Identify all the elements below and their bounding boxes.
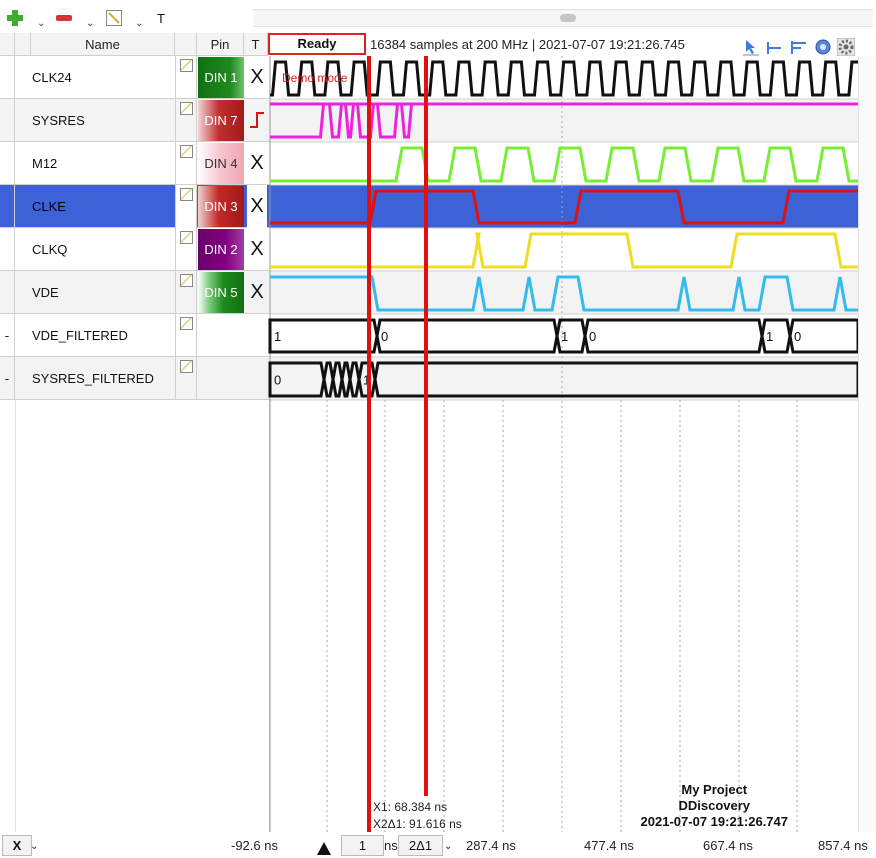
bus-vde-filtered-segment (583, 318, 764, 354)
cursor-2-delta-selector[interactable]: 2Δ1 (398, 835, 443, 856)
cursor-x1-label: X1: 68.384 ns (373, 800, 448, 814)
bus-vde-filtered-value: 0 (794, 329, 801, 344)
cursor-dropdown-caret[interactable]: ⌄ (444, 841, 452, 852)
bus-vde-filtered-value: 0 (589, 329, 596, 344)
bus-vde-filtered-value: 1 (561, 329, 568, 344)
bus-vde-filtered: 1 0 1 0 1 0 (268, 318, 860, 354)
capture-timestamp: 2021-07-07 19:21:26.747 (640, 814, 788, 829)
waveform-canvas[interactable]: 1 0 1 0 1 0 0 1 (0, 0, 876, 858)
device-name: DDiscovery (678, 798, 751, 813)
waveform-clkq (270, 232, 858, 269)
time-unit: ns (384, 838, 398, 853)
time-tick-0: -92.6 ns (231, 838, 278, 853)
logic-analyzer-window: ⌄ ⌄ ⌄ T Name Pin T Ready 16384 samples a… (0, 0, 876, 858)
bus-vde-filtered-value: 0 (381, 329, 388, 344)
x-dropdown-caret[interactable]: ⌄ (30, 841, 38, 852)
bus-vde-filtered-value: 1 (274, 329, 281, 344)
demo-mode-label: Demo mode (282, 71, 348, 85)
time-tick-1: 287.4 ns (466, 838, 516, 853)
project-info: My Project DDiscovery 2021-07-07 19:21:2… (641, 782, 788, 830)
bus-vde-filtered-segment (268, 318, 379, 354)
x-axis-button[interactable]: X (2, 835, 32, 856)
time-tick-2: 477.4 ns (584, 838, 634, 853)
bus-vde-filtered-value: 1 (766, 329, 773, 344)
waveform-m12 (270, 146, 858, 183)
waveform-clk24 (270, 60, 858, 97)
vertical-scrollbar[interactable] (858, 56, 876, 832)
cursor-x2-delta-label: X2Δ1: 91.616 ns (373, 817, 462, 831)
bus-sysres-filtered-value: 0 (274, 373, 281, 388)
bus-vde-filtered-segment (375, 318, 559, 354)
project-name: My Project (681, 782, 748, 797)
time-axis-bar: X ⌄ -92.6 ns 1 ns 2Δ1 ⌄ 287.4 ns 477.4 n… (0, 833, 876, 858)
time-tick-3: 667.4 ns (703, 838, 753, 853)
trigger-position-icon[interactable] (316, 840, 332, 856)
time-tick-4: 857.4 ns (818, 838, 868, 853)
cursor-1-selector[interactable]: 1 (341, 835, 384, 856)
